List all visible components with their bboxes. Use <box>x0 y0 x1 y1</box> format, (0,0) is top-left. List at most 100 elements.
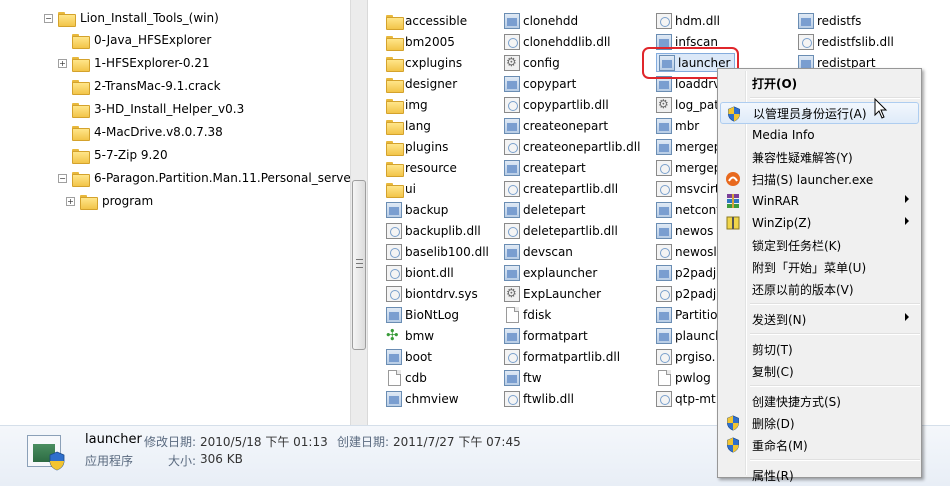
collapse-icon[interactable]: − <box>44 13 53 23</box>
tree-item[interactable]: − Lion_Install_Tools_(win) <box>44 7 219 29</box>
file-item[interactable]: lang <box>386 116 431 136</box>
file-item[interactable]: plugins <box>386 137 448 157</box>
file-item[interactable]: BioNtLog <box>386 305 459 325</box>
file-item[interactable]: mbr <box>656 116 699 136</box>
navigation-tree[interactable]: − Lion_Install_Tools_(win) 0-Java_HFSExp… <box>0 0 368 425</box>
context-menu-item[interactable]: 创建快捷方式(S) <box>720 390 919 412</box>
file-item[interactable]: ftw <box>504 368 542 388</box>
file-item[interactable]: createpart <box>504 158 586 178</box>
context-menu[interactable]: 打开(O) 以管理员身份运行(A) Media Info 兼容性疑难解答(Y) 扫描(S… <box>717 68 922 483</box>
file-item[interactable]: devscan <box>504 242 573 262</box>
file-item[interactable]: fdisk <box>504 305 551 325</box>
file-item[interactable]: newos <box>656 221 713 241</box>
context-menu-item[interactable]: 删除(D) <box>720 412 919 434</box>
context-menu-item[interactable]: 打开(O) <box>720 72 919 94</box>
scrollbar-thumb[interactable] <box>352 180 366 350</box>
context-menu-item[interactable]: WinZip(Z) <box>720 212 919 234</box>
file-item[interactable]: deletepartlib.dll <box>504 221 618 241</box>
file-item[interactable]: formatpartlib.dll <box>504 347 620 367</box>
file-item[interactable]: createonepart <box>504 116 608 136</box>
file-item[interactable]: config <box>504 53 560 73</box>
file-item[interactable]: copypartlib.dll <box>504 95 609 115</box>
file-item[interactable]: p2padj <box>656 263 716 283</box>
file-item[interactable]: redistfs <box>798 11 861 31</box>
file-item[interactable]: mergep <box>656 158 721 178</box>
file-item[interactable]: pwlog <box>656 368 711 388</box>
file-item[interactable]: clonehdd <box>504 11 578 31</box>
context-menu-item[interactable]: 重命名(M) <box>720 434 919 456</box>
file-item[interactable]: accessible <box>386 11 467 31</box>
file-name: netconf <box>675 203 721 217</box>
file-item[interactable]: hdm.dll <box>656 11 720 31</box>
file-item[interactable]: ftwlib.dll <box>504 389 574 409</box>
tree-item[interactable]: 5-7-Zip 9.20 <box>58 144 168 166</box>
file-name: newos <box>675 224 714 238</box>
tree-item[interactable]: 0-Java_HFSExplorer <box>58 29 211 51</box>
context-menu-item[interactable]: 属性(R) <box>720 464 919 486</box>
file-item[interactable]: deletepart <box>504 200 585 220</box>
file-item[interactable]: qtp-mt <box>656 389 716 409</box>
file-item[interactable]: biont.dll <box>386 263 454 283</box>
file-name: baselib100.dll <box>405 245 489 259</box>
file-item[interactable]: resource <box>386 158 457 178</box>
uac-shield-icon <box>49 451 65 471</box>
context-menu-item[interactable]: WinRAR <box>720 190 919 212</box>
tree-item[interactable]: + 1-HFSExplorer-0.21 <box>58 52 210 74</box>
collapse-icon[interactable]: − <box>58 173 67 183</box>
file-item[interactable]: createpartlib.dll <box>504 179 618 199</box>
context-menu-item[interactable]: 以管理员身份运行(A) <box>720 102 919 124</box>
file-item[interactable]: chmview <box>386 389 459 409</box>
file-item[interactable]: redistfslib.dll <box>798 32 894 52</box>
file-name: log_pat <box>675 98 719 112</box>
file-item[interactable]: copypart <box>504 74 576 94</box>
file-item[interactable]: plaunch <box>656 326 723 346</box>
file-item[interactable]: backup <box>386 200 448 220</box>
context-menu-item[interactable]: 复制(C) <box>720 360 919 382</box>
file-item[interactable]: log_pat <box>656 95 719 115</box>
context-menu-item[interactable]: 还原以前的版本(V) <box>720 278 919 300</box>
submenu-arrow-icon <box>905 195 909 203</box>
file-item[interactable]: backuplib.dll <box>386 221 481 241</box>
context-menu-item[interactable]: 兼容性疑难解答(Y) <box>720 146 919 168</box>
file-item[interactable]: clonehddlib.dll <box>504 32 611 52</box>
file-item[interactable]: formatpart <box>504 326 588 346</box>
expand-icon[interactable]: + <box>58 58 67 68</box>
file-item[interactable]: boot <box>386 347 432 367</box>
file-item[interactable]: bmw <box>386 326 434 346</box>
tree-item[interactable]: 2-TransMac-9.1.crack <box>58 75 221 97</box>
tree-item[interactable]: 4-MacDrive.v8.0.7.38 <box>58 121 223 143</box>
file-item[interactable]: cxplugins <box>386 53 462 73</box>
tree-item[interactable]: − 6-Paragon.Partition.Man.11.Personal_se… <box>58 167 356 189</box>
file-name: redistfslib.dll <box>817 35 894 49</box>
file-item[interactable]: ExpLauncher <box>504 284 601 304</box>
file-item[interactable]: p2padj <box>656 284 716 304</box>
context-menu-item[interactable]: 扫描(S) launcher.exe <box>720 168 919 190</box>
tree-item-label: 2-TransMac-9.1.crack <box>94 79 221 93</box>
expand-icon[interactable]: + <box>66 196 75 206</box>
file-item[interactable]: biontdrv.sys <box>386 284 478 304</box>
tree-item[interactable]: + program <box>66 190 153 212</box>
context-menu-item[interactable]: 锁定到任务栏(K) <box>720 234 919 256</box>
file-item[interactable]: baselib100.dll <box>386 242 489 262</box>
context-menu-item[interactable]: Media Info <box>720 124 919 146</box>
uac-shield-icon <box>725 437 741 453</box>
file-item[interactable]: mergep <box>656 137 721 157</box>
file-item[interactable]: msvcirt <box>656 179 720 199</box>
file-item[interactable]: Partitio <box>656 305 717 325</box>
file-item[interactable]: newosli <box>656 242 720 262</box>
file-item[interactable]: ui <box>386 179 416 199</box>
file-item[interactable]: bm2005 <box>386 32 455 52</box>
file-item[interactable]: explauncher <box>504 263 597 283</box>
file-item[interactable]: prgiso. <box>656 347 716 367</box>
context-menu-item[interactable]: 发送到(N) <box>720 308 919 330</box>
file-name: Partitio <box>675 308 718 322</box>
file-item[interactable]: netconf <box>656 200 720 220</box>
file-item[interactable]: img <box>386 95 428 115</box>
file-item[interactable]: createonepartlib.dll <box>504 137 640 157</box>
tree-item[interactable]: 3-HD_Install_Helper_v0.3 <box>58 98 244 120</box>
file-item[interactable]: cdb <box>386 368 427 388</box>
tree-scrollbar[interactable] <box>350 0 367 425</box>
context-menu-item[interactable]: 剪切(T) <box>720 338 919 360</box>
context-menu-item[interactable]: 附到「开始」菜单(U) <box>720 256 919 278</box>
file-item[interactable]: designer <box>386 74 457 94</box>
